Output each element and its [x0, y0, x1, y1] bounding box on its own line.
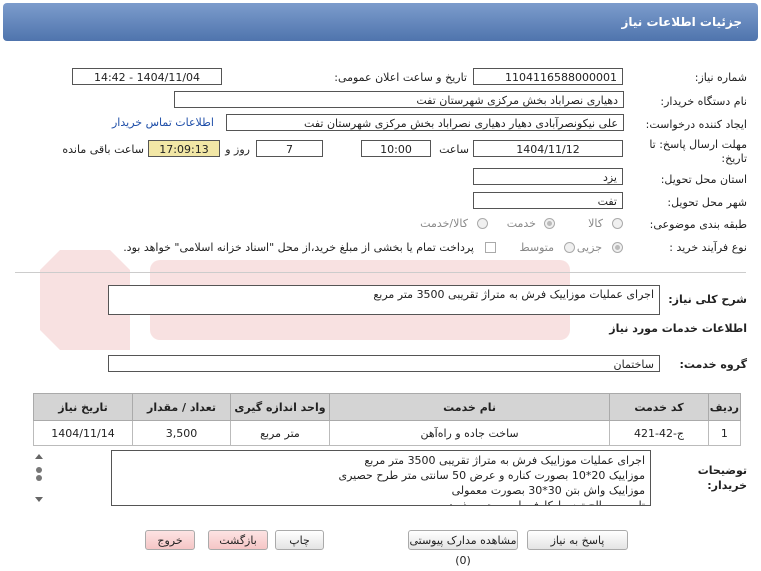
process-option-medium: متوسط	[519, 241, 554, 254]
notes-line: موزاییک واش بتن 30*30 بصورت معمولی	[451, 484, 645, 497]
province-field: یزد	[473, 168, 623, 185]
notes-scrollbar[interactable]	[33, 452, 45, 504]
cell-name: ساخت جاده و راه‌آهن	[328, 420, 611, 446]
page-title: جزئیات اطلاعات نیاز	[621, 15, 742, 29]
scroll-down-icon	[35, 497, 43, 502]
service-group-field: ساختمان	[108, 355, 660, 372]
notes-line: اجرای عملیات موزاییک فرش به متراژ تقریبی…	[364, 454, 645, 467]
services-title: اطلاعات خدمات مورد نیاز	[609, 322, 747, 335]
category-label: طبقه بندی موضوعی:	[649, 218, 747, 231]
announce-label: تاریخ و ساعت اعلان عمومی:	[334, 71, 467, 84]
print-button[interactable]: چاپ	[275, 530, 324, 550]
remaining-time-field: 17:09:13	[148, 140, 220, 157]
need-number-field: 1104116588000001	[473, 68, 623, 85]
category-radio-goods[interactable]	[612, 218, 623, 229]
city-label: شهر محل تحویل:	[667, 196, 747, 209]
remaining-label: ساعت باقی مانده	[62, 143, 144, 156]
buyer-contact-link[interactable]: اطلاعات تماس خریدار	[112, 116, 214, 129]
summary-field: اجرای عملیات موزاییک فرش به متراژ تقریبی…	[108, 285, 660, 315]
section-divider	[15, 272, 746, 273]
announce-field: 1404/11/04 - 14:42	[72, 68, 222, 85]
summary-label: شرح کلی نیاز:	[668, 293, 747, 306]
category-radio-service[interactable]	[544, 218, 555, 229]
process-label: نوع فرآیند خرید :	[669, 241, 747, 254]
table-row: 1 ج-42-421 ساخت جاده و راه‌آهن متر مربع …	[32, 420, 742, 446]
col-date: تاریخ نیاز	[32, 393, 134, 421]
cell-unit: متر مربع	[230, 420, 330, 446]
category-option-service: خدمت	[506, 217, 536, 230]
scroll-up-icon	[35, 454, 43, 459]
table-header-row: ردیف کد خدمت نام خدمت واحد اندازه گیری ت…	[32, 393, 742, 421]
treasury-checkbox[interactable]	[485, 242, 496, 253]
cell-qty: 3,500	[132, 420, 231, 446]
cell-code: ج-42-421	[609, 420, 709, 446]
process-radio-minor[interactable]	[612, 242, 623, 253]
category-option-goods: کالا	[588, 217, 603, 230]
col-row: ردیف	[707, 393, 742, 421]
creator-field: علی نیکونصرآبادی دهیار دهیاری نصراباد بخ…	[226, 114, 624, 131]
services-table: ردیف کد خدمت نام خدمت واحد اندازه گیری ت…	[32, 393, 742, 446]
reply-button[interactable]: پاسخ به نیاز	[527, 530, 628, 550]
deadline-time-field: 10:00	[361, 140, 431, 157]
category-option-goods-service: کالا/خدمت	[420, 217, 468, 230]
notes-line: تامین مصالح توسط کارفرما صورت میپذیرد	[448, 499, 645, 506]
deadline-time-label: ساعت	[439, 143, 469, 156]
notes-field[interactable]: اجرای عملیات موزاییک فرش به متراژ تقریبی…	[111, 450, 651, 506]
service-group-label: گروه خدمت:	[679, 358, 747, 371]
scroll-thumb	[36, 467, 42, 473]
days-label: روز و	[225, 143, 250, 156]
treasury-note: پرداخت تمام یا بخشی از مبلغ خرید،از محل …	[123, 241, 474, 254]
process-option-minor: جزیی	[576, 241, 602, 254]
page-header: جزئیات اطلاعات نیاز	[3, 3, 758, 41]
category-radio-goods-service[interactable]	[477, 218, 488, 229]
process-radio-medium[interactable]	[564, 242, 575, 253]
buyer-field: دهیاری نصراباد بخش مرکزی شهرستان تفت	[174, 91, 624, 108]
notes-line: موزاییک 20*10 بصورت کناره و عرض 50 سانتی…	[338, 469, 646, 482]
cell-row: 1	[707, 420, 742, 446]
buyer-label: نام دستگاه خریدار:	[660, 95, 747, 108]
city-field: تفت	[473, 192, 623, 209]
deadline-date-field: 1404/11/12	[473, 140, 623, 157]
col-qty: تعداد / مقدار	[132, 393, 231, 421]
exit-button[interactable]: خروج	[145, 530, 195, 550]
notes-label: توضیحات خریدار:	[697, 464, 747, 492]
province-label: استان محل تحویل:	[660, 173, 747, 186]
creator-label: ایجاد کننده درخواست:	[645, 118, 747, 131]
days-field: 7	[256, 140, 323, 157]
need-details-page: جزئیات اطلاعات نیاز شماره نیاز: 11041165…	[0, 0, 761, 567]
deadline-label: مهلت ارسال پاسخ: تا تاریخ:	[649, 138, 747, 165]
attachments-button[interactable]: مشاهده مدارک پیوستی (0)	[408, 530, 518, 567]
col-code: کد خدمت	[609, 393, 709, 421]
need-number-label: شماره نیاز:	[694, 71, 747, 84]
col-unit: واحد اندازه گیری	[230, 393, 330, 421]
cell-date: 1404/11/14	[32, 420, 134, 446]
back-button[interactable]: بازگشت	[208, 530, 268, 550]
col-name: نام خدمت	[328, 393, 611, 421]
